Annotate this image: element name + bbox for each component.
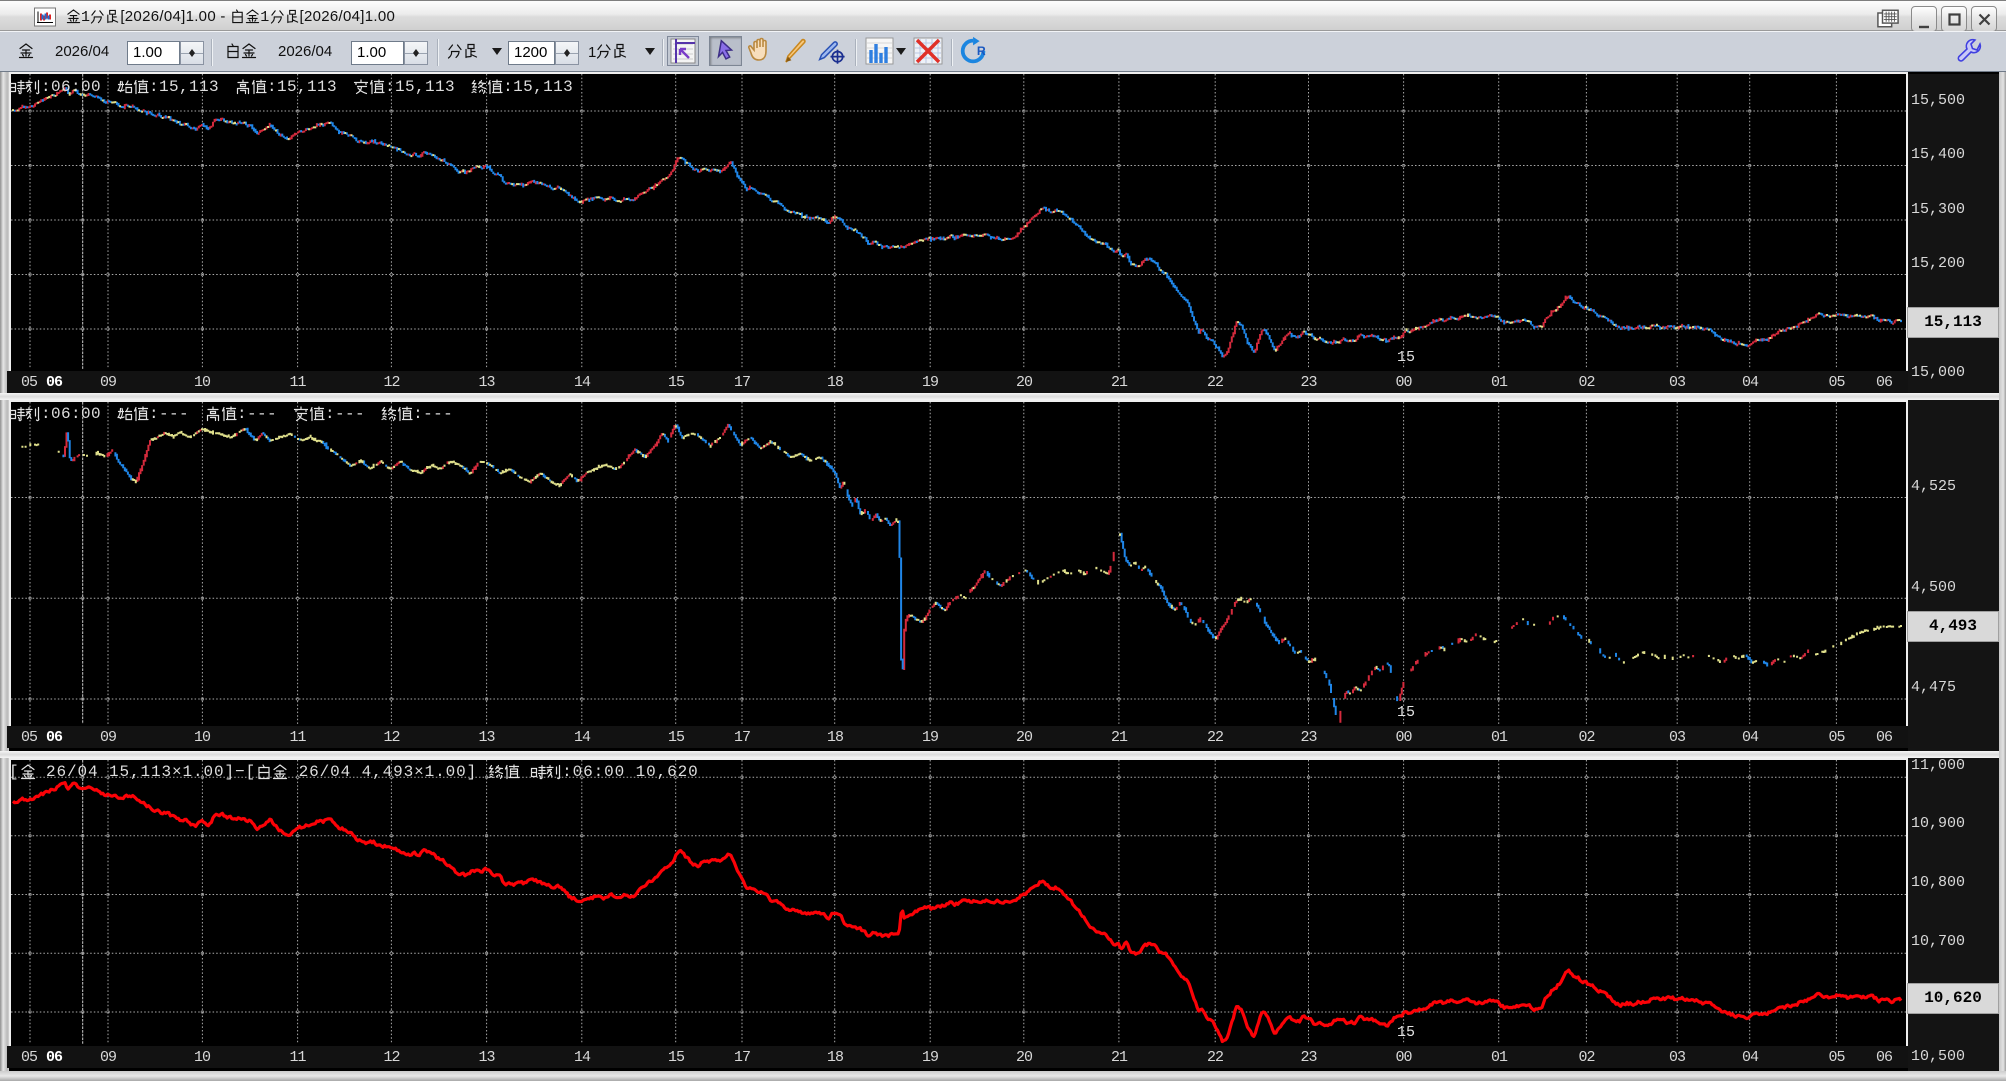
svg-text:R: R	[977, 44, 986, 58]
